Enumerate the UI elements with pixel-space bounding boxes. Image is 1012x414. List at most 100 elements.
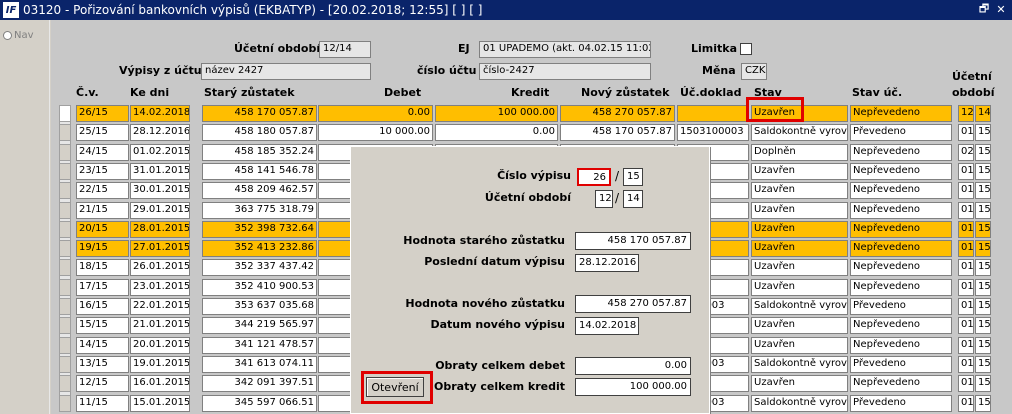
cell-old[interactable]: 341 613 074.11: [202, 356, 317, 373]
cell-o2[interactable]: 15: [975, 124, 991, 141]
cell-new[interactable]: 458 270 057.87: [560, 105, 675, 122]
dlg-ucetni-obdobi-rok[interactable]: 14: [623, 190, 643, 208]
mena-field[interactable]: CZK: [741, 63, 767, 80]
dlg-cislo-vypisu-input[interactable]: 26: [577, 168, 611, 186]
cell-o1[interactable]: 02: [958, 144, 974, 161]
cell-old[interactable]: 344 219 565.97: [202, 317, 317, 334]
cell-old[interactable]: 341 121 478.57: [202, 337, 317, 354]
cell-old[interactable]: 458 141 546.78: [202, 163, 317, 180]
cell-stav[interactable]: Uzavřen: [751, 182, 848, 199]
dlg-hodnota-stareho-input[interactable]: 458 170 057.87: [575, 232, 691, 250]
cell-old[interactable]: 352 337 437.42: [202, 259, 317, 276]
dlg-ucetni-obdobi-mesic[interactable]: 12: [595, 190, 613, 208]
cell-o1[interactable]: 01: [958, 221, 974, 238]
cell-date[interactable]: 26.01.2015: [130, 259, 190, 276]
cell-cv[interactable]: 24/15: [76, 144, 129, 161]
cell-date[interactable]: 22.01.2015: [130, 298, 190, 315]
cell-o2[interactable]: 15: [975, 375, 991, 392]
cell-date[interactable]: 29.01.2015: [130, 202, 190, 219]
row-indicator[interactable]: [59, 356, 71, 373]
cell-old[interactable]: 353 637 035.68: [202, 298, 317, 315]
cell-date[interactable]: 14.02.2018: [130, 105, 190, 122]
dlg-datum-noveho-input[interactable]: 14.02.2018: [575, 317, 639, 335]
cell-cv[interactable]: 17/15: [76, 279, 129, 296]
row-indicator[interactable]: [59, 202, 71, 219]
cell-stavuc[interactable]: Nepřevedeno: [850, 144, 952, 161]
cell-cv[interactable]: 21/15: [76, 202, 129, 219]
restore-window-icon[interactable]: 🗗: [977, 2, 991, 16]
cell-o1[interactable]: 01: [958, 298, 974, 315]
nav-button[interactable]: Nav: [3, 30, 34, 41]
cell-stavuc[interactable]: Převedeno: [850, 124, 952, 141]
cell-stav[interactable]: Doplněn: [751, 144, 848, 161]
cell-kredit[interactable]: 100 000.00: [435, 105, 558, 122]
cell-old[interactable]: 352 398 732.64: [202, 221, 317, 238]
cell-stavuc[interactable]: Nepřevedeno: [850, 375, 952, 392]
cell-o2[interactable]: 15: [975, 298, 991, 315]
cell-cv[interactable]: 19/15: [76, 240, 129, 257]
cell-stavuc[interactable]: Převedeno: [850, 356, 952, 373]
cell-o2[interactable]: 14: [975, 105, 991, 122]
cell-debet[interactable]: 0.00: [318, 105, 433, 122]
cell-o1[interactable]: 01: [958, 317, 974, 334]
cell-cv[interactable]: 12/15: [76, 375, 129, 392]
cell-cv[interactable]: 26/15: [76, 105, 129, 122]
cell-o2[interactable]: 15: [975, 202, 991, 219]
cell-old[interactable]: 352 413 232.86: [202, 240, 317, 257]
cislo-uctu-field[interactable]: číslo-2427: [479, 63, 651, 80]
row-indicator[interactable]: [59, 395, 71, 412]
row-indicator[interactable]: [59, 279, 71, 296]
dlg-cislo-vypisu-rok[interactable]: 15: [623, 168, 643, 186]
ej-field[interactable]: 01 UPADEMO (akt. 04.02.15 11:02): [479, 41, 651, 58]
dlg-hodnota-noveho-input[interactable]: 458 270 057.87: [575, 295, 691, 313]
row-indicator[interactable]: [59, 240, 71, 257]
cell-old[interactable]: 345 597 066.51: [202, 395, 317, 412]
cell-kredit[interactable]: 0.00: [435, 124, 558, 141]
row-indicator[interactable]: [59, 375, 71, 392]
cell-stav[interactable]: Uzavřen: [751, 317, 848, 334]
cell-stavuc[interactable]: Nepřevedeno: [850, 182, 952, 199]
cell-o2[interactable]: 15: [975, 259, 991, 276]
cell-o1[interactable]: 12: [958, 105, 974, 122]
cell-old[interactable]: 458 170 057.87: [202, 105, 317, 122]
cell-o2[interactable]: 15: [975, 144, 991, 161]
row-indicator[interactable]: [59, 144, 71, 161]
cell-date[interactable]: 31.01.2015: [130, 163, 190, 180]
cell-cv[interactable]: 13/15: [76, 356, 129, 373]
ucetni-obdobi-field[interactable]: 12/14: [319, 41, 371, 58]
cell-date[interactable]: 30.01.2015: [130, 182, 190, 199]
cell-date[interactable]: 20.01.2015: [130, 337, 190, 354]
cell-cv[interactable]: 15/15: [76, 317, 129, 334]
cell-doklad[interactable]: 1503100003: [677, 124, 749, 141]
cell-cv[interactable]: 16/15: [76, 298, 129, 315]
cell-date[interactable]: 23.01.2015: [130, 279, 190, 296]
cell-o2[interactable]: 15: [975, 240, 991, 257]
row-indicator[interactable]: [59, 221, 71, 238]
cell-date[interactable]: 28.01.2015: [130, 221, 190, 238]
dlg-obraty-debet-input[interactable]: 0.00: [575, 357, 691, 375]
cell-stav[interactable]: Uzavřen: [751, 202, 848, 219]
row-indicator[interactable]: [59, 317, 71, 334]
cell-cv[interactable]: 20/15: [76, 221, 129, 238]
cell-stav[interactable]: Uzavřen: [751, 163, 848, 180]
cell-o1[interactable]: 01: [958, 202, 974, 219]
limitka-checkbox[interactable]: [740, 43, 752, 55]
cell-stav[interactable]: Saldokontně vyrovn: [751, 395, 848, 412]
cell-o1[interactable]: 01: [958, 163, 974, 180]
cell-old[interactable]: 458 185 352.24: [202, 144, 317, 161]
close-window-icon[interactable]: ✕: [994, 2, 1008, 16]
cell-o2[interactable]: 15: [975, 356, 991, 373]
cell-stav[interactable]: Uzavřen: [751, 279, 848, 296]
row-indicator[interactable]: [59, 124, 71, 141]
cell-stavuc[interactable]: Nepřevedeno: [850, 221, 952, 238]
row-indicator[interactable]: [59, 337, 71, 354]
row-indicator[interactable]: [59, 298, 71, 315]
cell-o2[interactable]: 15: [975, 163, 991, 180]
cell-o1[interactable]: 01: [958, 259, 974, 276]
cell-stavuc[interactable]: Nepřevedeno: [850, 259, 952, 276]
cell-stavuc[interactable]: Nepřevedeno: [850, 337, 952, 354]
cell-stavuc[interactable]: Nepřevedeno: [850, 163, 952, 180]
vypisy-z-uctu-field[interactable]: název 2427: [201, 63, 371, 80]
row-indicator[interactable]: [59, 163, 71, 180]
cell-o2[interactable]: 15: [975, 395, 991, 412]
